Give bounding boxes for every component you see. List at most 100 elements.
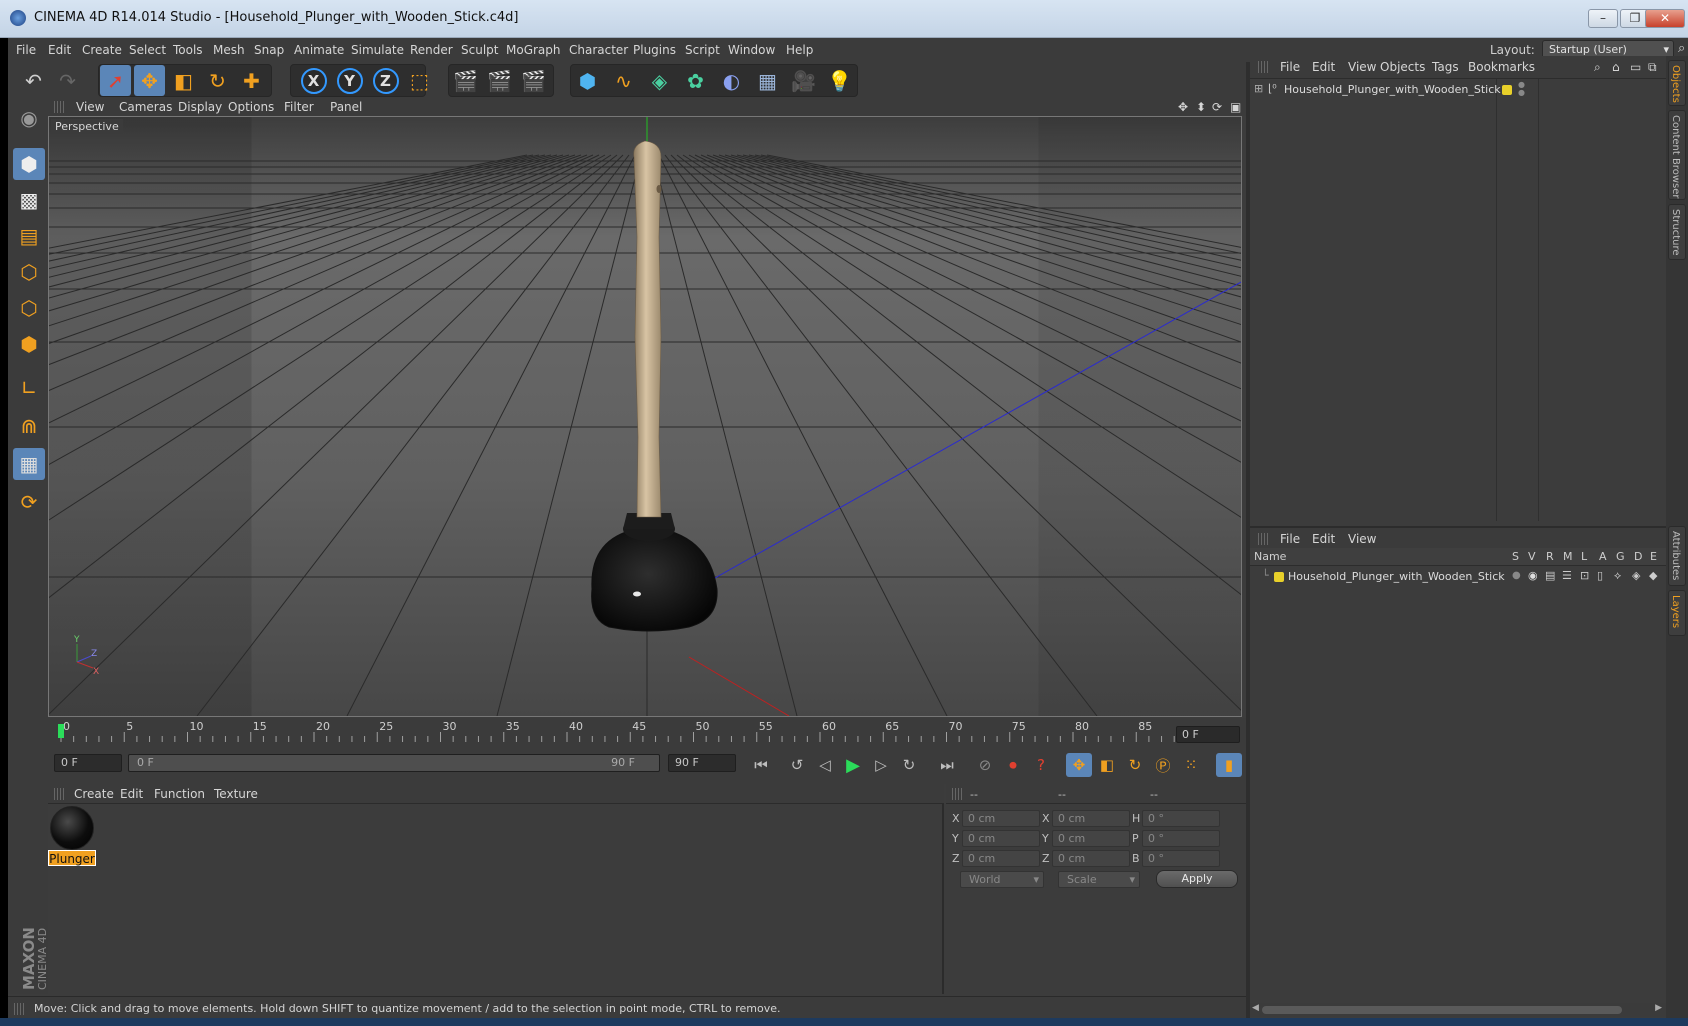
column-deformers[interactable]: D (1634, 550, 1642, 563)
menu-sculpt[interactable]: Sculpt (461, 43, 498, 57)
column-animation[interactable]: A (1599, 550, 1607, 563)
go-to-next-key-button[interactable]: ↻ (896, 753, 922, 777)
panel-grip[interactable] (1258, 533, 1268, 545)
next-frame-button[interactable]: ▷ (868, 753, 894, 777)
floor-button[interactable]: ▦ (752, 65, 783, 96)
layer-color-tag[interactable] (1502, 85, 1512, 95)
play-button[interactable]: ▶ (840, 753, 866, 777)
menu-snap[interactable]: Snap (254, 43, 284, 57)
column-expressions[interactable]: E (1650, 550, 1657, 563)
close-button[interactable]: ✕ (1645, 9, 1685, 28)
axis-mode-button[interactable]: ∟ (13, 372, 45, 404)
viewport-menu-cameras[interactable]: Cameras (119, 100, 172, 114)
perspective-viewport[interactable]: Y Z X Perspective (48, 116, 1242, 717)
generator-toggle-icon[interactable]: ⟡ (1614, 569, 1621, 583)
redo-button[interactable]: ↷ (52, 65, 83, 96)
size-x-field[interactable]: 0 cm (1052, 810, 1130, 827)
coordinate-space-dropdown[interactable]: World ▾ (960, 871, 1044, 888)
go-to-previous-key-button[interactable]: ↺ (784, 753, 810, 777)
edges-mode-button[interactable]: ⬡ (13, 292, 45, 324)
column-generators[interactable]: G (1616, 550, 1625, 563)
menu-character[interactable]: Character (569, 43, 628, 57)
go-to-start-button[interactable]: ⏮ (748, 753, 774, 777)
planar-workplane-button[interactable]: ⟳ (13, 486, 45, 518)
menu-create[interactable]: Create (82, 43, 122, 57)
scrollbar-thumb[interactable] (1262, 1006, 1622, 1014)
menu-help[interactable]: Help (786, 43, 813, 57)
menu-plugins[interactable]: Plugins (633, 43, 676, 57)
manager-toggle-icon[interactable]: ☰ (1562, 569, 1572, 582)
viewport-menu-panel[interactable]: Panel (330, 100, 362, 114)
pos-z-field[interactable]: 0 cm (962, 850, 1040, 867)
size-z-field[interactable]: 0 cm (1052, 850, 1130, 867)
current-frame-field[interactable]: 0 F (1176, 726, 1240, 743)
new-window-icon[interactable]: ⧉ (1648, 60, 1657, 75)
size-mode-dropdown[interactable]: Scale ▾ (1058, 871, 1140, 888)
column-render[interactable]: R (1546, 550, 1554, 563)
render-view-button[interactable]: 🎬 (450, 65, 481, 96)
menu-mograph[interactable]: MoGraph (506, 43, 561, 57)
panel-grip[interactable] (1258, 61, 1268, 73)
object-menu-file[interactable]: File (1280, 60, 1300, 74)
menu-mesh[interactable]: Mesh (213, 43, 245, 57)
size-y-field[interactable]: 0 cm (1052, 830, 1130, 847)
menu-render[interactable]: Render (410, 43, 453, 57)
lock-icon[interactable]: ⊡ (1580, 569, 1589, 582)
position-key-button[interactable]: ✥ (1066, 753, 1092, 777)
menu-window[interactable]: Window (728, 43, 775, 57)
move-tool-button[interactable]: ✥ (134, 65, 165, 96)
workplane-lock-button[interactable]: ▦ (13, 448, 45, 480)
spline-pen-button[interactable]: ∿ (608, 65, 639, 96)
panel-grip[interactable] (952, 788, 962, 800)
tab-content-browser[interactable]: Content Browser (1668, 110, 1686, 200)
scale-key-button[interactable]: ◧ (1094, 753, 1120, 777)
coordinate-system-button[interactable]: ⬚ (404, 65, 435, 96)
model-mode-button[interactable]: ⬢ (13, 148, 45, 180)
minimize-button[interactable]: – (1588, 9, 1618, 28)
viewport-menu-view[interactable]: View (76, 100, 104, 114)
eye-icon[interactable]: ◉ (1528, 569, 1538, 582)
column-locked[interactable]: L (1581, 550, 1587, 563)
undo-button[interactable]: ↶ (18, 65, 49, 96)
polygons-mode-button[interactable]: ⬢ (13, 328, 45, 360)
rotate-tool-button[interactable]: ↻ (202, 65, 233, 96)
object-menu-edit[interactable]: Edit (1312, 60, 1335, 74)
render-toggle-icon[interactable]: ▤ (1545, 569, 1555, 582)
material-menu-function[interactable]: Function (154, 787, 205, 801)
cube-button[interactable]: ⬢ (572, 65, 603, 96)
menu-animate[interactable]: Animate (294, 43, 344, 57)
pan-view-icon[interactable]: ✥ (1178, 100, 1188, 114)
expand-icon[interactable]: ⊞ (1254, 82, 1263, 95)
material-menu-texture[interactable]: Texture (214, 787, 258, 801)
column-visible[interactable]: V (1528, 550, 1536, 563)
snapping-button[interactable]: ⋒ (13, 410, 45, 442)
panel-grip[interactable] (54, 101, 64, 113)
object-menu-tags[interactable]: Tags (1432, 60, 1459, 74)
horizontal-scrollbar[interactable]: ◀ ▶ (1250, 1003, 1666, 1017)
layer-row[interactable]: └ Household_Plunger_with_Wooden_Stick ● … (1250, 568, 1666, 586)
go-to-end-button[interactable]: ⏭ (934, 753, 960, 777)
keyframe-selection-button[interactable]: ? (1028, 753, 1054, 777)
range-slider[interactable]: 0 F 90 F (128, 754, 660, 772)
subdivision-surface-button[interactable]: ◈ (644, 65, 675, 96)
start-frame-field[interactable]: 0 F (54, 754, 122, 772)
search-icon[interactable]: ⌕ (1594, 60, 1601, 75)
maximize-view-icon[interactable]: ▣ (1230, 100, 1241, 114)
scale-tool-button[interactable]: ◧ (168, 65, 199, 96)
search-icon[interactable]: ⌕ (1678, 41, 1685, 56)
material-swatch[interactable]: Plunger (48, 804, 96, 870)
autokeying-button[interactable]: ⏺ (1000, 753, 1026, 777)
make-editable-button[interactable]: ◉ (13, 102, 45, 134)
object-menu-bookmarks[interactable]: Bookmarks (1468, 60, 1535, 74)
material-menu-edit[interactable]: Edit (120, 787, 143, 801)
pos-y-field[interactable]: 0 cm (962, 830, 1040, 847)
light-button[interactable]: 💡 (824, 65, 855, 96)
cloner-button[interactable]: ✿ (680, 65, 711, 96)
tab-structure[interactable]: Structure (1668, 204, 1686, 260)
y-axis-lock-button[interactable]: Y (334, 65, 365, 96)
deformer-button[interactable]: ◐ (716, 65, 747, 96)
last-tool-button[interactable]: ✚ (236, 65, 267, 96)
rot-b-field[interactable]: 0 ° (1142, 850, 1220, 867)
playhead[interactable] (58, 724, 64, 738)
x-axis-lock-button[interactable]: X (298, 65, 329, 96)
